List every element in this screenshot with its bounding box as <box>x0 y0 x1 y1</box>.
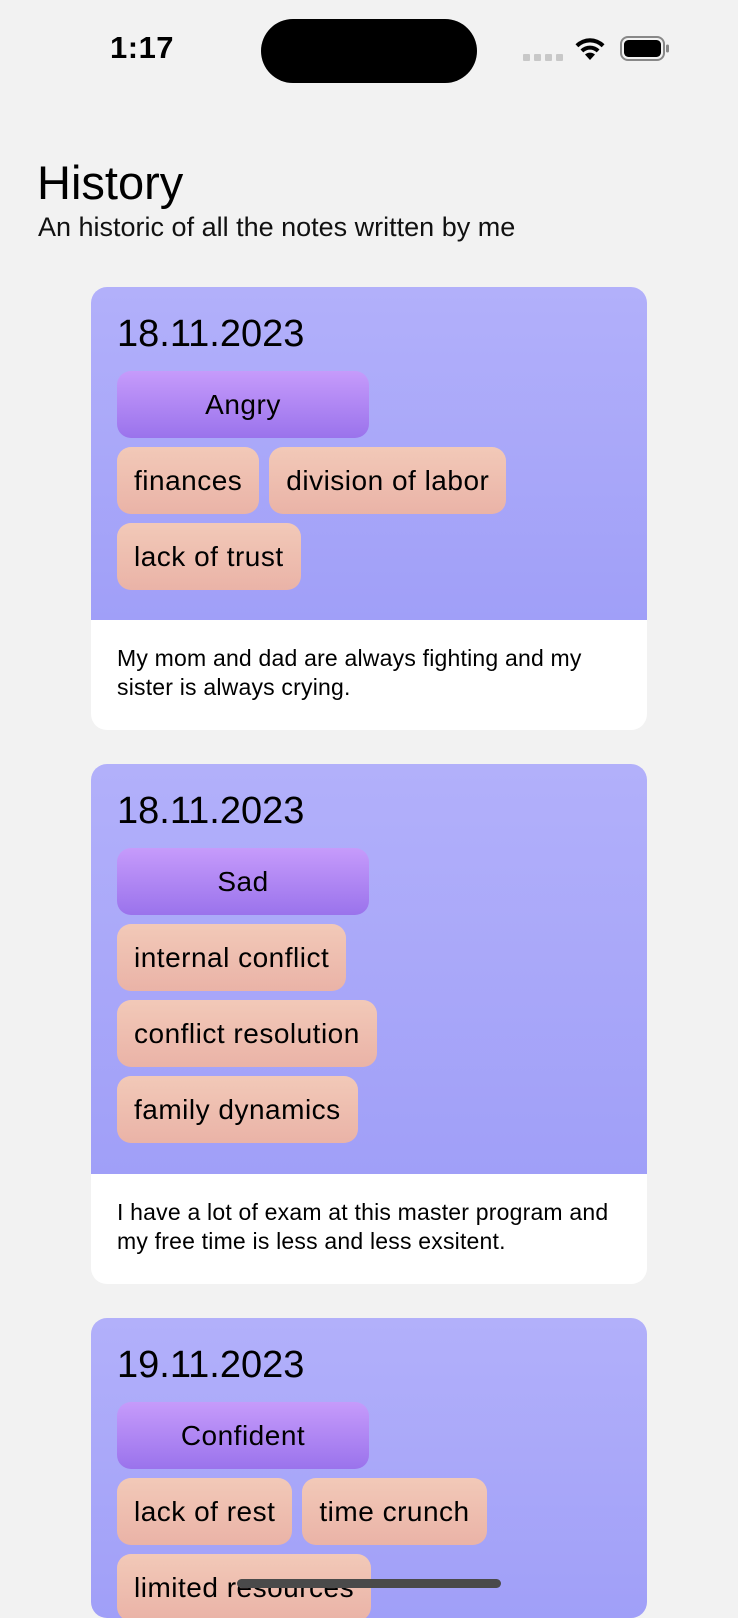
tag-chip: division of labor <box>269 447 507 514</box>
tag-chip: conflict resolution <box>117 1000 377 1067</box>
status-bar: 1:17 <box>0 0 738 100</box>
page-subtitle: An historic of all the notes written by … <box>38 212 516 242</box>
tag-chip: lack of trust <box>117 523 301 590</box>
cellular-signal-icon <box>523 54 563 61</box>
entry-date: 18.11.2023 <box>117 313 305 355</box>
tag-chip: lack of rest <box>117 1478 293 1545</box>
tag-chip: finances <box>117 447 260 514</box>
tag-chip: time crunch <box>302 1478 487 1545</box>
page-title: History <box>37 156 184 209</box>
home-indicator[interactable] <box>237 1579 501 1588</box>
status-time: 1:17 <box>110 30 175 65</box>
entry-date: 19.11.2023 <box>117 1344 305 1386</box>
emotion-chip: Angry <box>117 371 369 438</box>
tag-list: finances division of labor lack of trust <box>117 447 547 590</box>
history-entry-card[interactable]: 19.11.2023 Confident lack of rest time c… <box>91 1318 647 1618</box>
entry-note: I have a lot of exam at this master prog… <box>117 1199 609 1254</box>
history-entry-card[interactable]: 18.11.2023 Sad internal conflict conflic… <box>91 764 647 1284</box>
tag-list: lack of rest time crunch limited resourc… <box>117 1478 547 1618</box>
entry-header: 18.11.2023 Sad internal conflict conflic… <box>91 764 647 1174</box>
entry-header: 19.11.2023 Confident lack of rest time c… <box>91 1318 647 1618</box>
entry-header: 18.11.2023 Angry finances division of la… <box>91 287 647 620</box>
entry-date: 18.11.2023 <box>117 790 305 832</box>
tag-chip: internal conflict <box>117 924 347 991</box>
battery-icon <box>620 36 669 61</box>
dynamic-island <box>261 19 477 83</box>
entry-note: My mom and dad are always fighting and m… <box>117 645 582 700</box>
emotion-chip: Sad <box>117 848 369 915</box>
tag-list: internal conflict conflict resolution fa… <box>117 924 497 1143</box>
tag-chip: family dynamics <box>117 1076 358 1143</box>
emotion-chip: Confident <box>117 1402 369 1469</box>
history-entry-card[interactable]: 18.11.2023 Angry finances division of la… <box>91 287 647 730</box>
wifi-icon <box>575 38 605 60</box>
